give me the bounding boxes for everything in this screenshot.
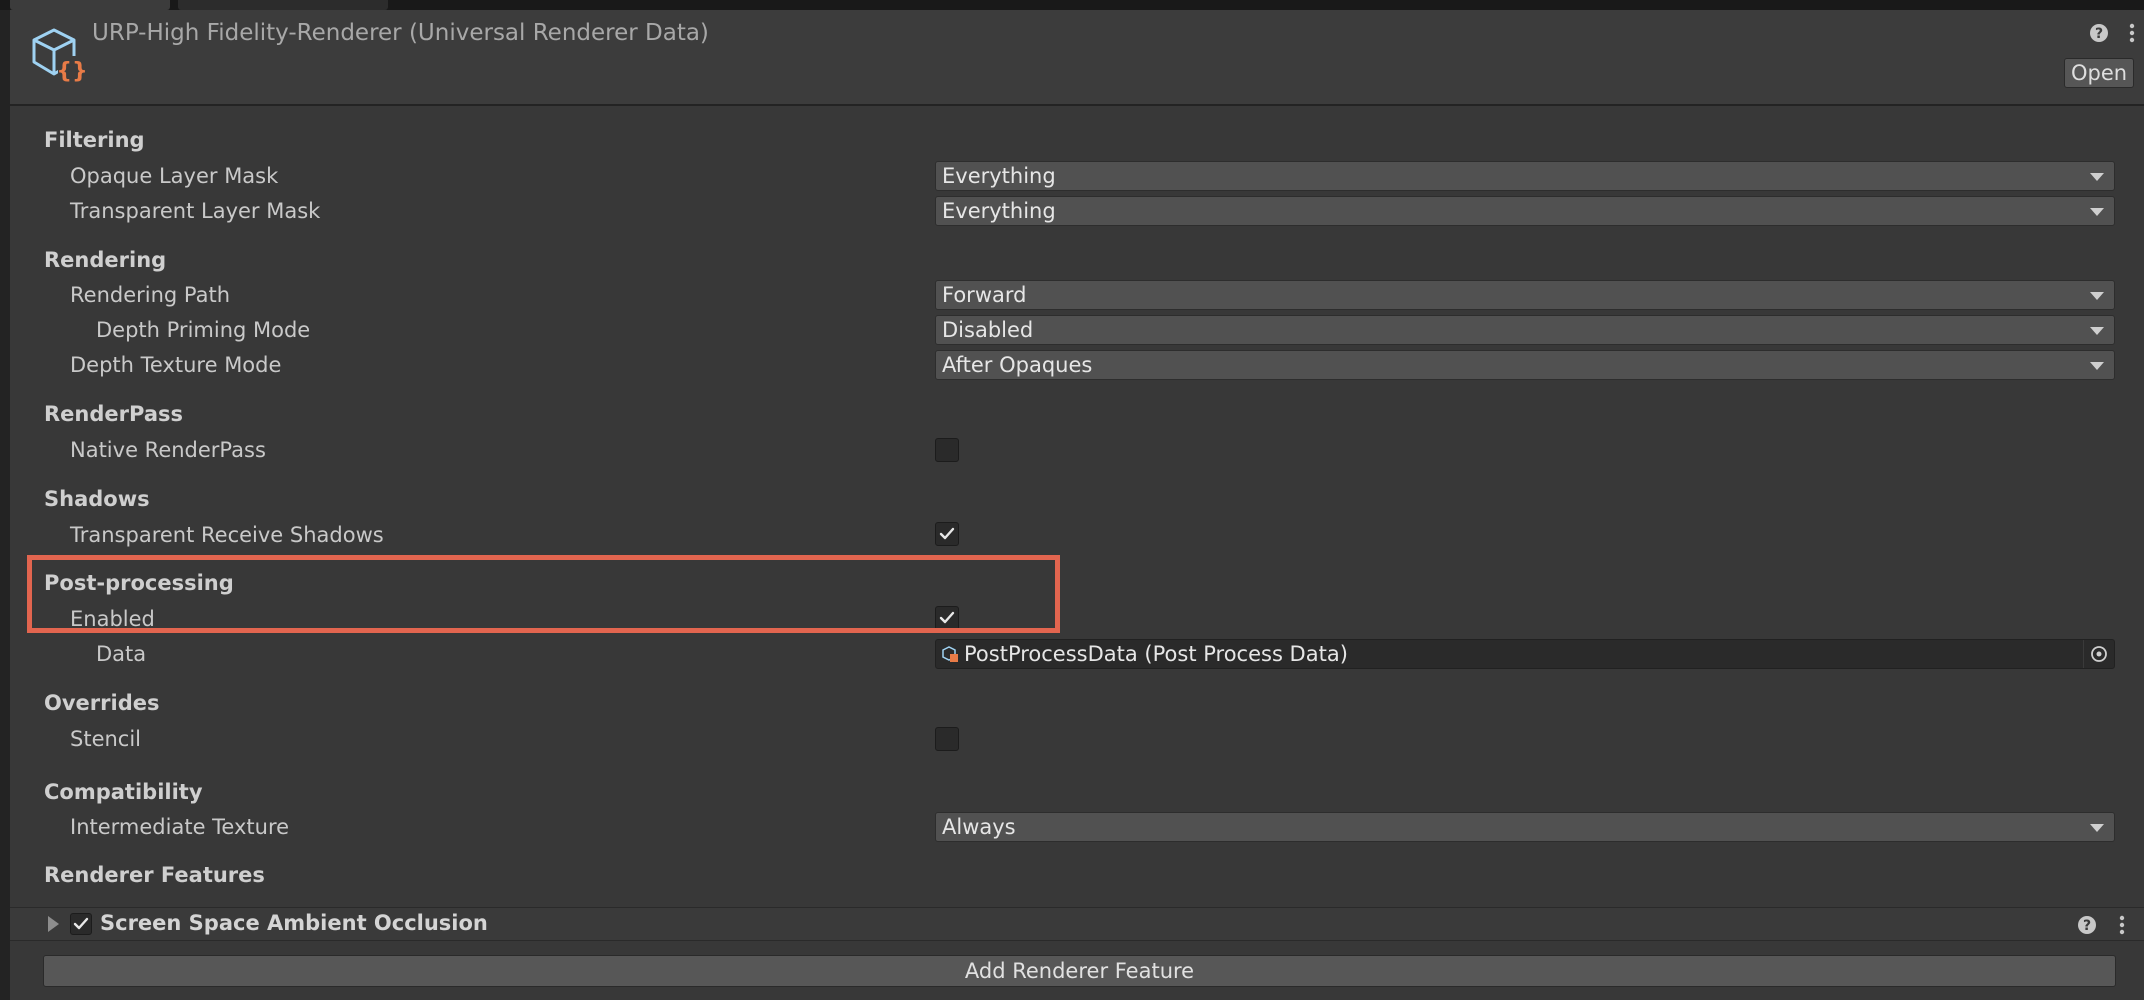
section-overrides: Overrides [44, 691, 160, 715]
svg-text:?: ? [2083, 918, 2091, 934]
dropdown-arrow-icon [2090, 292, 2104, 300]
dropdown-arrow-icon [2090, 327, 2104, 335]
post-process-data-field[interactable]: PostProcessData (Post Process Data) [935, 639, 2115, 669]
foldout-arrow-icon[interactable] [48, 916, 59, 932]
feature-help-icon[interactable]: ? [2076, 914, 2098, 936]
renderer-feature-label: Screen Space Ambient Occlusion [100, 911, 488, 935]
native-renderpass-checkbox[interactable] [935, 438, 959, 462]
svg-text:{}: {} [56, 59, 87, 84]
asset-title: URP-High Fidelity-Renderer (Universal Re… [92, 20, 709, 46]
stencil-label: Stencil [70, 727, 142, 751]
section-shadows: Shadows [44, 487, 150, 511]
dropdown-arrow-icon [2090, 362, 2104, 370]
opaque-layer-mask-dropdown[interactable]: Everything [935, 161, 2115, 191]
checkmark-icon [73, 917, 89, 930]
dropdown-arrow-icon [2090, 824, 2104, 832]
open-button[interactable]: Open [2064, 58, 2134, 88]
section-renderer-features: Renderer Features [44, 863, 265, 887]
renderer-feature-item[interactable]: Screen Space Ambient Occlusion ? [10, 907, 2144, 941]
tab-strip [0, 0, 2144, 10]
renderer-asset-icon: {} [32, 28, 88, 84]
inspector-header: {} URP-High Fidelity-Renderer (Universal… [10, 10, 2144, 106]
tab-inspector[interactable] [10, 0, 170, 10]
dropdown-arrow-icon [2090, 208, 2104, 216]
dropdown-value: After Opaques [942, 353, 1093, 377]
transparent-receive-shadows-label: Transparent Receive Shadows [70, 523, 384, 547]
tab-project-settings[interactable] [178, 0, 388, 10]
native-renderpass-label: Native RenderPass [70, 438, 266, 462]
checkmark-icon [939, 527, 955, 540]
depth-priming-mode-label: Depth Priming Mode [96, 318, 311, 342]
rendering-path-dropdown[interactable]: Forward [935, 280, 2115, 310]
object-field-value: PostProcessData (Post Process Data) [964, 642, 1348, 666]
section-filtering: Filtering [44, 128, 145, 152]
dropdown-value: Everything [942, 199, 1056, 223]
rendering-path-label: Rendering Path [70, 283, 231, 307]
inspector-panel: {} URP-High Fidelity-Renderer (Universal… [10, 10, 2144, 1000]
dropdown-arrow-icon [2090, 173, 2104, 181]
intermediate-texture-dropdown[interactable]: Always [935, 812, 2115, 842]
transparent-layer-mask-dropdown[interactable]: Everything [935, 196, 2115, 226]
intermediate-texture-label: Intermediate Texture [70, 815, 290, 839]
dropdown-value: Always [942, 815, 1016, 839]
dropdown-value: Disabled [942, 318, 1034, 342]
object-picker-icon [2091, 646, 2107, 662]
stencil-checkbox[interactable] [935, 727, 959, 751]
more-options-icon[interactable] [2126, 22, 2138, 44]
opaque-layer-mask-label: Opaque Layer Mask [70, 164, 279, 188]
depth-texture-mode-label: Depth Texture Mode [70, 353, 282, 377]
post-process-data-asset-icon [942, 646, 958, 662]
highlight-box [27, 555, 1060, 633]
transparent-receive-shadows-checkbox[interactable] [935, 522, 959, 546]
transparent-layer-mask-label: Transparent Layer Mask [70, 199, 321, 223]
post-process-data-label: Data [96, 642, 147, 666]
object-picker-button[interactable] [2083, 640, 2114, 668]
section-renderpass: RenderPass [44, 402, 183, 426]
feature-more-options-icon[interactable] [2116, 914, 2128, 936]
svg-text:?: ? [2095, 26, 2103, 42]
section-compatibility: Compatibility [44, 780, 203, 804]
help-icon[interactable]: ? [2088, 22, 2110, 44]
renderer-feature-enabled-checkbox[interactable] [70, 913, 92, 935]
dropdown-value: Everything [942, 164, 1056, 188]
dropdown-value: Forward [942, 283, 1027, 307]
depth-texture-mode-dropdown[interactable]: After Opaques [935, 350, 2115, 380]
add-renderer-feature-button[interactable]: Add Renderer Feature [43, 955, 2116, 987]
window-left-edge [0, 10, 10, 1000]
depth-priming-mode-dropdown[interactable]: Disabled [935, 315, 2115, 345]
section-rendering: Rendering [44, 248, 167, 272]
